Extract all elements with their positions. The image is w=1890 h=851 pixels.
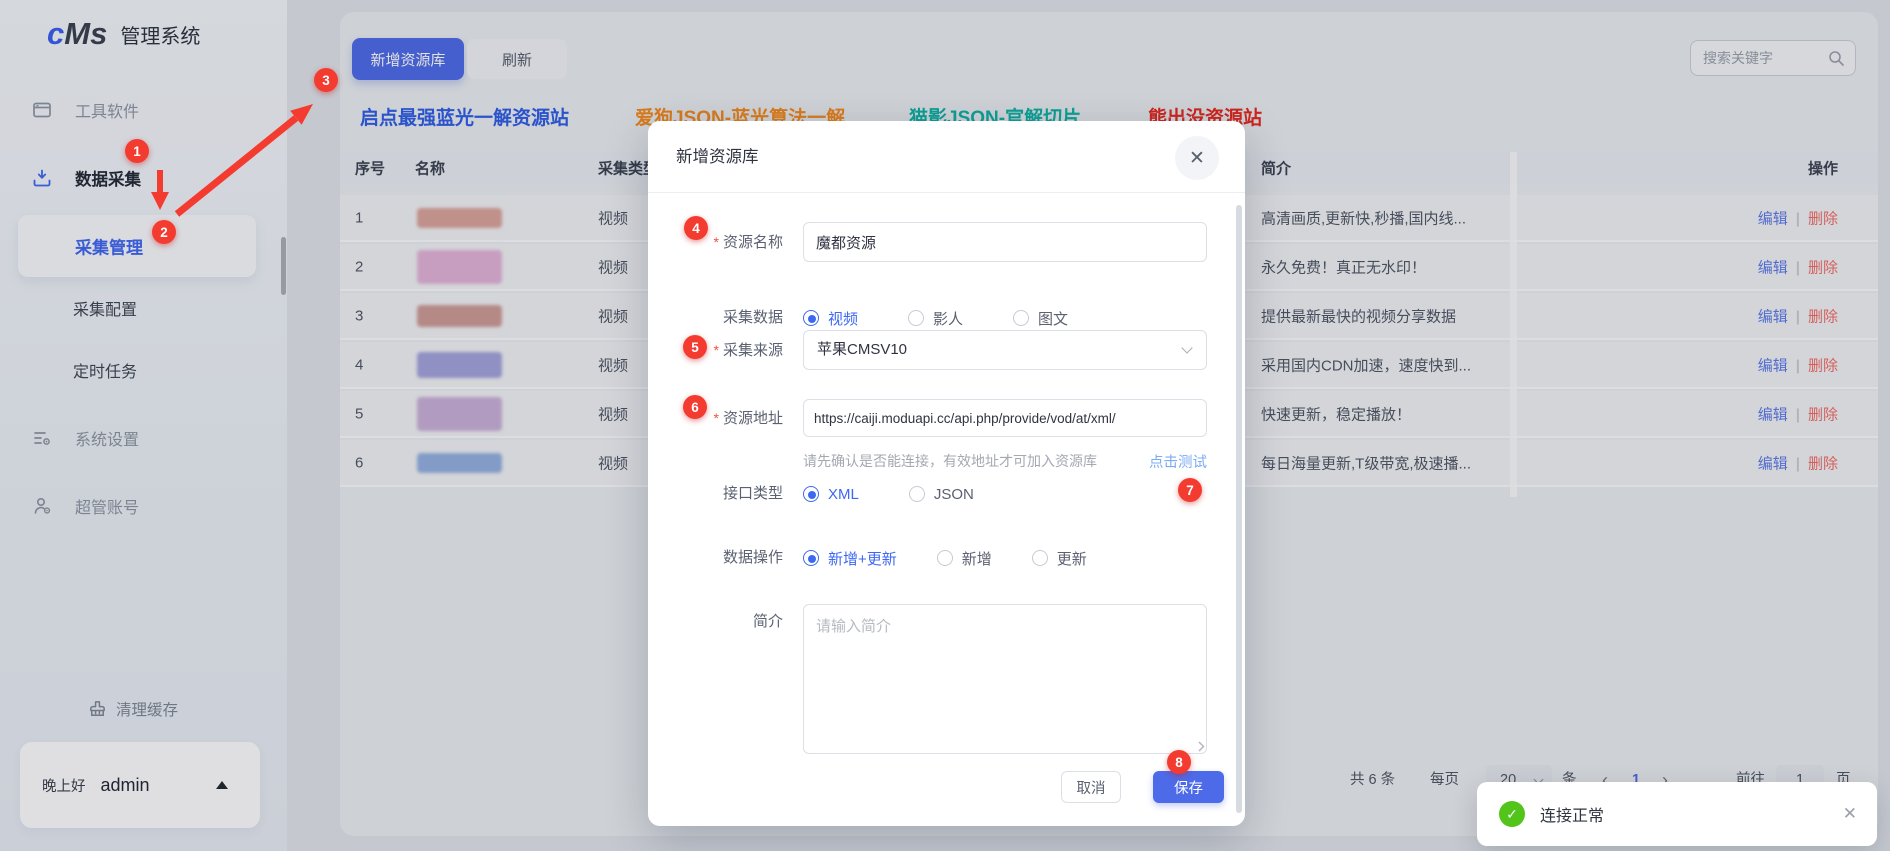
resource-url-input[interactable] <box>803 399 1207 437</box>
modal-header: 新增资源库 ✕ <box>648 121 1245 193</box>
data-op-label: 数据操作 <box>648 546 783 570</box>
annotation-badge-6: 6 <box>683 395 707 419</box>
annotation-badge-5: 5 <box>683 335 707 359</box>
radio-video[interactable]: 视频 <box>803 308 858 329</box>
radio-actor[interactable]: 影人 <box>908 308 963 329</box>
radio-dot-icon <box>937 550 953 566</box>
collect-source-select[interactable]: 苹果CMSV10 <box>803 330 1207 370</box>
radio-dot-icon <box>803 550 819 566</box>
radio-json[interactable]: JSON <box>909 486 974 503</box>
radio-dot-icon <box>909 486 925 502</box>
radio-dot-icon <box>1013 310 1029 326</box>
resource-name-input[interactable] <box>803 222 1207 262</box>
toast-message: 连接正常 <box>1540 802 1604 826</box>
annotation-badge-2: 2 <box>152 220 176 244</box>
radio-dot-icon <box>908 310 924 326</box>
annotation-badge-4: 4 <box>684 216 708 240</box>
modal-scrollbar[interactable] <box>1236 205 1242 813</box>
collect-data-label: 采集数据 <box>648 306 783 330</box>
url-helper-text: 请先确认是否能连接，有效地址才可加入资源库 <box>803 451 1097 471</box>
source-label: *采集来源 <box>648 330 783 371</box>
radio-xml[interactable]: XML <box>803 486 859 503</box>
radio-dot-icon <box>1032 550 1048 566</box>
modal-title: 新增资源库 <box>676 121 759 193</box>
url-label: *资源地址 <box>648 399 783 438</box>
radio-add[interactable]: 新增 <box>937 548 992 569</box>
save-button[interactable]: 保存 <box>1153 771 1224 803</box>
name-label: *资源名称 <box>648 222 783 263</box>
chevron-down-icon <box>1181 342 1192 353</box>
desc-textarea[interactable] <box>803 604 1207 754</box>
annotation-badge-1: 1 <box>125 139 149 163</box>
desc-label: 简介 <box>648 610 783 631</box>
data-op-radio-group: 新增+更新 新增 更新 <box>803 546 1137 570</box>
api-type-label: 接口类型 <box>648 482 783 506</box>
radio-article[interactable]: 图文 <box>1013 308 1068 329</box>
toast-close-icon[interactable]: ✕ <box>1843 804 1857 824</box>
radio-dot-icon <box>803 310 819 326</box>
cancel-button[interactable]: 取消 <box>1061 771 1121 803</box>
collect-data-radio-group: 视频 影人 图文 <box>803 306 1118 330</box>
close-icon[interactable]: ✕ <box>1175 136 1219 180</box>
add-resource-modal: 新增资源库 ✕ *资源名称 采集数据 视频 影人 图文 *采集来源 苹果CMSV… <box>648 121 1245 826</box>
annotation-badge-8: 8 <box>1167 750 1191 774</box>
radio-add-update[interactable]: 新增+更新 <box>803 548 897 569</box>
test-connection-link[interactable]: 点击测试 <box>1149 451 1207 472</box>
api-type-radio-group: XML JSON <box>803 482 1024 506</box>
annotation-badge-3: 3 <box>314 68 338 92</box>
annotation-badge-7: 7 <box>1178 478 1202 502</box>
radio-dot-icon <box>803 486 819 502</box>
success-toast: ✓ 连接正常 ✕ <box>1477 782 1877 846</box>
radio-update[interactable]: 更新 <box>1032 548 1087 569</box>
check-icon: ✓ <box>1499 801 1525 827</box>
